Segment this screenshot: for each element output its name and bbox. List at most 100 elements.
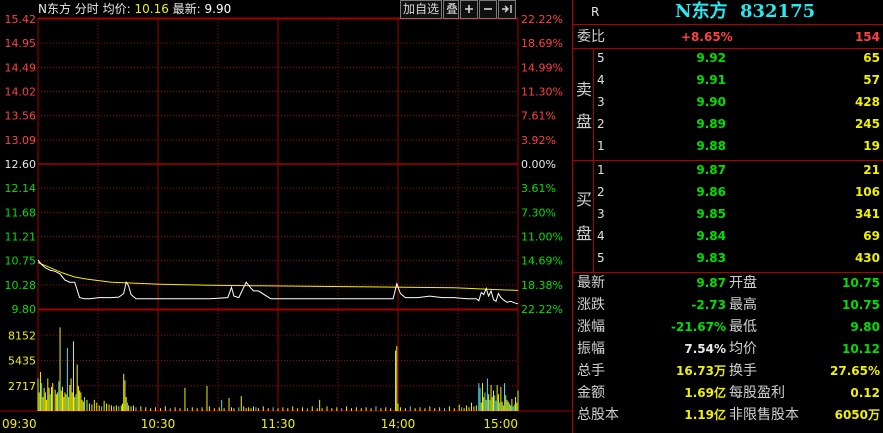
stat-value: 9.87 bbox=[696, 276, 726, 290]
weibi-row: 委比 +8.65% 154 bbox=[573, 27, 883, 48]
price-tick-label: 9.80 bbox=[12, 303, 37, 316]
stat-value: -21.67% bbox=[671, 320, 726, 334]
pct-tick-label: 3.61% bbox=[521, 182, 556, 195]
price-tick-label: 14.02 bbox=[5, 86, 37, 99]
latest-value: 9.90 bbox=[205, 2, 232, 16]
price-tick-label: 14.49 bbox=[5, 61, 37, 74]
buy-volume: 69 bbox=[863, 229, 880, 243]
weibi-diff: 154 bbox=[854, 30, 880, 44]
stat-value: 0.12 bbox=[850, 386, 880, 400]
stat-label: 涨幅 bbox=[577, 319, 605, 335]
sell-price: 9.92 bbox=[696, 51, 726, 65]
weibi-pct: +8.65% bbox=[681, 30, 733, 44]
buy-level-row[interactable]: 1 9.87 21 bbox=[573, 160, 883, 181]
price-tick-label: 12.60 bbox=[5, 158, 37, 171]
volume-tick-label: 8152 bbox=[8, 329, 36, 342]
buy-level-row[interactable]: 5 9.83 430 bbox=[573, 248, 883, 269]
sell-level-row[interactable]: 1 9.88 19 bbox=[573, 136, 883, 157]
stat-row: 总股本 1.19亿 非限售股本 6050万 bbox=[573, 405, 883, 426]
price-tick-label: 10.75 bbox=[5, 255, 37, 268]
sell-level-row[interactable]: 3 9.90 428 bbox=[573, 92, 883, 113]
stat-value: 1.69亿 bbox=[684, 386, 726, 400]
intraday-chart[interactable]: 15.42 22.22% 14.95 18.69% 14.49 14.99% 14.02 11… bbox=[0, 0, 572, 433]
pct-tick-label: 14.99% bbox=[521, 61, 563, 74]
sell-level: 5 bbox=[597, 51, 605, 65]
stat-row: 涨跌 -2.73 最高 10.75 bbox=[573, 295, 883, 316]
buy-price: 9.84 bbox=[696, 229, 726, 243]
stat-row: 最新 9.87 开盘 10.75 bbox=[573, 273, 883, 294]
buy-price: 9.85 bbox=[696, 207, 726, 221]
stat-value: 7.54% bbox=[684, 342, 726, 356]
stat-label: 总手 bbox=[577, 363, 605, 379]
time-label: 15:00 bbox=[483, 417, 518, 431]
sell-volume: 19 bbox=[863, 139, 880, 153]
sell-level-row[interactable]: 5 9.92 65 bbox=[573, 48, 883, 69]
buy-price: 9.87 bbox=[696, 163, 726, 177]
stat-label: 最新 bbox=[577, 275, 605, 291]
sell-volume: 245 bbox=[854, 117, 880, 131]
minus-icon[interactable] bbox=[479, 0, 497, 19]
time-label: 11:30 bbox=[261, 417, 296, 431]
stat-label: 每股盈利 bbox=[729, 385, 785, 401]
buy-price: 9.86 bbox=[696, 185, 726, 199]
stat-value: 9.80 bbox=[850, 320, 880, 334]
sell-level-row[interactable]: 4 9.91 57 bbox=[573, 70, 883, 91]
sell-volume: 65 bbox=[863, 51, 880, 65]
buy-level: 4 bbox=[597, 229, 605, 243]
chart-header: N东方 分时 均价: 10.16 最新: 9.90 bbox=[38, 1, 231, 16]
sell-level: 3 bbox=[597, 95, 605, 109]
sell-volume: 57 bbox=[863, 73, 880, 87]
stat-label: 均价 bbox=[729, 341, 757, 357]
sell-price: 9.88 bbox=[696, 139, 726, 153]
stat-value: 10.75 bbox=[842, 298, 880, 312]
market-flag: R bbox=[591, 5, 600, 19]
pct-tick-label: 18.69% bbox=[521, 37, 563, 50]
buy-volume: 430 bbox=[854, 251, 880, 265]
pct-tick-label: 11.00% bbox=[521, 231, 563, 244]
stat-label: 开盘 bbox=[729, 275, 757, 291]
time-label: 10:30 bbox=[141, 417, 176, 431]
stat-value: 27.65% bbox=[830, 364, 880, 378]
stat-label: 最低 bbox=[729, 319, 757, 335]
stat-row: 涨幅 -21.67% 最低 9.80 bbox=[573, 317, 883, 338]
sell-volume: 428 bbox=[854, 95, 880, 109]
stat-value: 10.12 bbox=[842, 342, 880, 356]
price-tick-label: 12.14 bbox=[5, 182, 37, 195]
pct-tick-label: 11.30% bbox=[521, 86, 563, 99]
stat-label: 换手 bbox=[729, 363, 757, 379]
sell-level: 2 bbox=[597, 117, 605, 131]
sell-level-row[interactable]: 2 9.89 245 bbox=[573, 114, 883, 135]
sell-price: 9.89 bbox=[696, 117, 726, 131]
price-tick-label: 10.28 bbox=[5, 279, 37, 292]
stat-value: 6050万 bbox=[834, 408, 880, 422]
stat-label: 最高 bbox=[729, 297, 757, 313]
add-watchlist-button[interactable]: 加自选 bbox=[400, 0, 442, 19]
stat-value: 1.19亿 bbox=[684, 408, 726, 422]
stat-label: 非限售股本 bbox=[729, 407, 799, 423]
buy-level: 1 bbox=[597, 163, 605, 177]
quote-panel: R N东方 832175 委比 +8.65% 154 卖 盘 5 9.92 65 4 9… bbox=[572, 0, 883, 433]
pct-tick-label: 14.69% bbox=[521, 255, 563, 268]
collapse-panel-icon[interactable] bbox=[498, 0, 516, 19]
buy-price: 9.83 bbox=[696, 251, 726, 265]
quote-header: R N东方 832175 bbox=[573, 0, 883, 24]
chart-stock-name: N东方 bbox=[38, 1, 71, 16]
divider bbox=[573, 24, 883, 25]
buy-level: 3 bbox=[597, 207, 605, 221]
volume-tick-label: 2717 bbox=[8, 380, 36, 393]
overlay-button[interactable]: 叠 bbox=[443, 0, 459, 19]
price-tick-label: 14.95 bbox=[5, 37, 37, 50]
sell-level: 1 bbox=[597, 139, 605, 153]
buy-level-row[interactable]: 2 9.86 106 bbox=[573, 182, 883, 203]
stock-title: N东方 832175 bbox=[675, 1, 816, 22]
stat-label: 金额 bbox=[577, 385, 605, 401]
buy-level-row[interactable]: 4 9.84 69 bbox=[573, 226, 883, 247]
add-icon[interactable] bbox=[460, 0, 478, 19]
time-label: 14:00 bbox=[381, 417, 416, 431]
buy-level-row[interactable]: 3 9.85 341 bbox=[573, 204, 883, 225]
pct-tick-label: 7.61% bbox=[521, 110, 556, 123]
pct-tick-label: 0.00% bbox=[521, 158, 556, 171]
buy-level: 5 bbox=[597, 251, 605, 265]
price-tick-label: 15.42 bbox=[5, 13, 37, 26]
stat-label: 涨跌 bbox=[577, 297, 605, 313]
